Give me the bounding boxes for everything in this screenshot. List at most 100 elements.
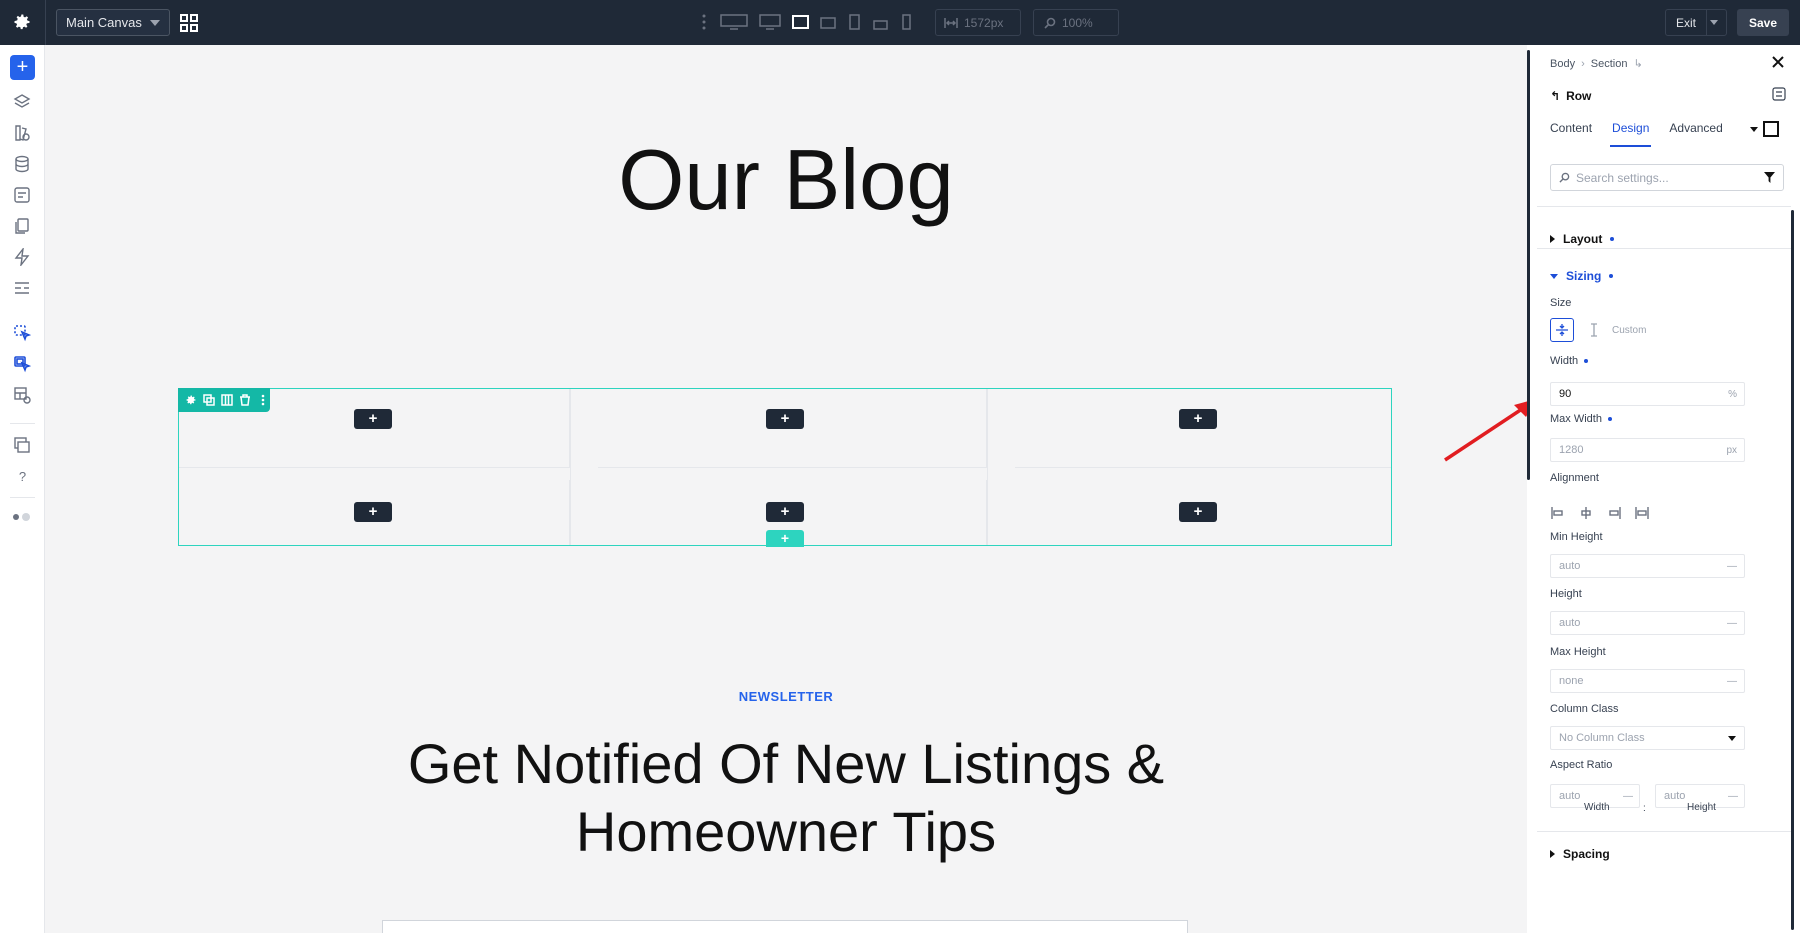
section-spacing[interactable]: Spacing	[1550, 847, 1610, 861]
newsletter-form[interactable]	[382, 920, 1188, 933]
design-library-icon[interactable]	[13, 124, 31, 142]
multi-interactions-icon[interactable]	[13, 355, 32, 373]
size-custom-option[interactable]: Custom	[1612, 325, 1646, 336]
add-module-button[interactable]: +	[766, 502, 804, 522]
aspect-width-unit[interactable]: —	[1623, 791, 1633, 802]
phone-portrait-icon[interactable]	[902, 14, 911, 35]
windows-icon[interactable]	[13, 436, 31, 454]
section-sizing[interactable]: Sizing	[1550, 269, 1614, 283]
align-right-icon[interactable]	[1606, 505, 1622, 521]
laptop-icon[interactable]	[792, 14, 809, 35]
add-row-button[interactable]: +	[766, 530, 804, 547]
settings-gear-icon[interactable]	[12, 12, 32, 32]
layers-icon[interactable]	[13, 93, 31, 111]
size-stretch-button[interactable]	[1582, 318, 1606, 342]
add-module-button[interactable]: +	[354, 502, 392, 522]
filter-icon[interactable]	[1764, 172, 1775, 186]
lightning-icon[interactable]	[13, 246, 31, 268]
sections-icon[interactable]	[13, 279, 31, 297]
tab-design[interactable]: Design	[1610, 121, 1652, 147]
chevron-down-icon[interactable]	[1750, 127, 1758, 132]
width-input[interactable]: 90 %	[1550, 382, 1745, 406]
max-width-unit[interactable]: px	[1726, 445, 1737, 456]
aspect-ratio-separator: :	[1643, 803, 1646, 814]
min-height-unit[interactable]: —	[1727, 561, 1737, 572]
desktop-icon[interactable]	[759, 14, 781, 35]
max-height-input[interactable]: none —	[1550, 669, 1745, 693]
aspect-height-unit[interactable]: —	[1728, 791, 1738, 802]
max-height-unit[interactable]: —	[1727, 676, 1737, 687]
add-module-button[interactable]: +	[1179, 409, 1217, 429]
columns-icon[interactable]	[220, 393, 234, 407]
grid-icon[interactable]	[180, 14, 198, 32]
height-placeholder: auto	[1559, 617, 1581, 629]
widescreen-icon[interactable]	[720, 14, 748, 35]
back-arrow-icon[interactable]: ↰	[1550, 89, 1560, 103]
add-module-button[interactable]: +	[766, 409, 804, 429]
help-icon[interactable]: ?	[0, 469, 45, 484]
height-unit[interactable]: —	[1727, 618, 1737, 629]
close-icon[interactable]	[1771, 55, 1787, 71]
modified-dot	[1609, 274, 1614, 278]
add-module-button[interactable]: +	[354, 409, 392, 429]
phone-landscape-icon[interactable]	[873, 17, 888, 35]
sidebar-divider	[10, 497, 35, 498]
save-button[interactable]: Save	[1737, 9, 1789, 36]
zoom-field[interactable]: 100%	[1033, 9, 1119, 36]
more-vertical-icon[interactable]	[702, 14, 706, 35]
align-stretch-icon[interactable]	[1634, 505, 1650, 521]
forms-icon[interactable]	[13, 186, 31, 204]
tab-advanced[interactable]: Advanced	[1669, 121, 1722, 147]
section-sizing-label: Sizing	[1566, 269, 1602, 283]
tablet-landscape-icon[interactable]	[820, 16, 836, 34]
align-center-icon[interactable]	[1578, 505, 1594, 521]
more-vertical-icon[interactable]	[256, 393, 270, 407]
trash-icon[interactable]	[238, 393, 252, 407]
tablet-portrait-icon[interactable]	[849, 14, 860, 35]
breadcrumb-section[interactable]: Section	[1591, 58, 1628, 70]
size-fit-button[interactable]	[1550, 318, 1574, 342]
main-canvas[interactable]: Our Blog + + + + + + + NEWSLETTER Get No…	[45, 45, 1527, 933]
modified-dot	[1607, 417, 1612, 421]
panel-scrollbar[interactable]	[1791, 210, 1794, 930]
chevron-down-icon	[1728, 736, 1736, 741]
database-icon[interactable]	[13, 155, 31, 173]
canvas-select[interactable]: Main Canvas	[56, 9, 170, 36]
template-settings-icon[interactable]	[13, 386, 31, 404]
add-element-button[interactable]: +	[10, 55, 35, 80]
preset-box-icon[interactable]	[1763, 121, 1779, 137]
newsletter-headline[interactable]: Get Notified Of New Listings & Homeowner…	[386, 730, 1186, 866]
height-input[interactable]: auto —	[1550, 611, 1745, 635]
search-settings-input[interactable]: Search settings...	[1550, 164, 1784, 191]
exit-button[interactable]: Exit	[1665, 9, 1727, 36]
newsletter-eyebrow[interactable]: NEWSLETTER	[45, 689, 1527, 704]
tab-content[interactable]: Content	[1550, 121, 1592, 147]
page-title[interactable]: Our Blog	[45, 132, 1527, 230]
breadcrumb-chevron-icon: ›	[1581, 57, 1585, 70]
interactions-icon[interactable]	[13, 324, 32, 342]
section-layout[interactable]: Layout	[1550, 232, 1615, 246]
pages-icon[interactable]	[13, 217, 31, 235]
min-height-input[interactable]: auto —	[1550, 554, 1745, 578]
gear-icon[interactable]	[184, 393, 198, 407]
chevron-down-icon[interactable]	[1710, 20, 1718, 25]
width-label-text: Width	[1550, 355, 1579, 367]
width-unit[interactable]: %	[1728, 389, 1737, 400]
max-width-input[interactable]: 1280 px	[1550, 438, 1745, 462]
height-label: Height	[1550, 588, 1582, 600]
duplicate-icon[interactable]	[202, 393, 216, 407]
canvas-select-label: Main Canvas	[66, 15, 142, 30]
modified-dot	[1610, 237, 1615, 241]
exit-label: Exit	[1676, 15, 1697, 30]
panel-options-icon[interactable]	[1772, 87, 1788, 103]
add-module-button[interactable]: +	[1179, 502, 1217, 522]
theme-toggle-icon[interactable]	[11, 510, 30, 528]
canvas-width-field[interactable]: 1572px	[935, 9, 1021, 36]
column-class-select[interactable]: No Column Class	[1550, 726, 1745, 750]
search-icon	[1559, 172, 1570, 183]
panel-scrollbar[interactable]	[1527, 50, 1530, 480]
breadcrumb-body[interactable]: Body	[1550, 58, 1575, 70]
search-placeholder: Search settings...	[1576, 170, 1669, 185]
align-left-icon[interactable]	[1550, 505, 1566, 521]
panel-tabs: Content Design Advanced	[1550, 121, 1741, 147]
